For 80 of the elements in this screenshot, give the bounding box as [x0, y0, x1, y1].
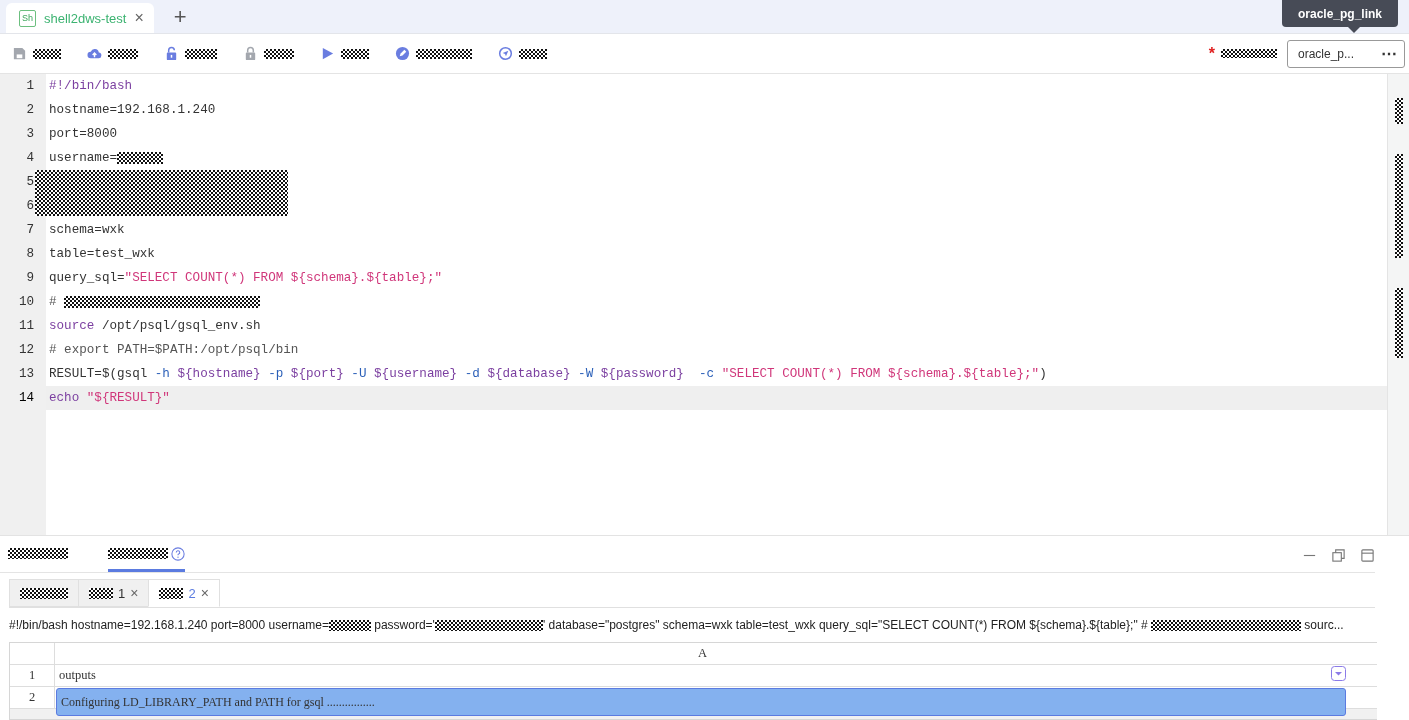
cloud-upload-icon	[87, 46, 102, 61]
file-tab[interactable]: Sh shell2dws-test ×	[6, 3, 154, 33]
unlocked-padlock-icon	[164, 46, 179, 61]
script-text: sourc...	[1303, 618, 1344, 632]
redacted-block	[117, 152, 164, 164]
redacted-block	[341, 48, 369, 59]
redacted-block	[108, 548, 168, 559]
redacted-block	[185, 48, 217, 59]
row-number: 1	[10, 665, 55, 686]
more-button[interactable]: ⋯	[1381, 44, 1398, 63]
new-tab-button[interactable]: +	[173, 3, 187, 30]
close-icon[interactable]: ×	[130, 585, 139, 601]
code-text: #!/bin/bash	[49, 79, 133, 93]
code-text: #	[49, 295, 58, 309]
line-number: 8	[25, 246, 35, 263]
redacted-block	[328, 619, 371, 631]
close-icon[interactable]: ×	[200, 585, 209, 601]
redacted-block	[108, 48, 138, 59]
line-number: 12	[17, 342, 35, 359]
line-number: 3	[25, 126, 35, 143]
redacted-block	[33, 48, 61, 59]
column-header: A	[697, 645, 708, 662]
script-text: ' database="postgres" schema=wxk table=test_wxk query_sql="SELECT COUNT(*) FROM ${schema}.${table};" #	[542, 618, 1149, 632]
line-number: 14	[17, 390, 35, 407]
connection-select[interactable]: oracle_p... ⋯	[1287, 39, 1405, 68]
select-value: oracle_p...	[1298, 46, 1355, 61]
redacted-block	[1394, 288, 1403, 358]
code-text: source /opt/psql/gsql_env.sh	[49, 319, 261, 333]
redacted-block	[8, 548, 68, 559]
result-tab[interactable]: 2 ×	[148, 579, 220, 607]
dropdown-icon[interactable]	[1331, 666, 1346, 681]
redacted-block	[416, 48, 472, 59]
tab-title: shell2dws-test	[44, 10, 127, 26]
redacted-block	[159, 587, 184, 599]
script-text: #!/bin/bash hostname=192.168.1.240 port=8000 username=	[9, 618, 329, 632]
code-text: table=test_wxk	[49, 247, 155, 261]
play-icon	[320, 46, 335, 61]
line-number: 2	[25, 102, 35, 119]
tooltip-arrow	[1348, 27, 1360, 33]
tab-number: 1	[117, 585, 127, 601]
code-text: query_sql="SELECT COUNT(*) FROM ${schema}.${table};"	[49, 271, 442, 285]
redacted-block	[264, 48, 294, 59]
script-text: password='	[373, 618, 435, 632]
shell-file-icon: Sh	[19, 9, 36, 27]
line-number: 9	[25, 270, 35, 287]
pencil-circle-icon	[395, 46, 410, 61]
restore-icon[interactable]	[1331, 547, 1346, 563]
padlock-icon	[243, 46, 258, 61]
line-number: 1	[25, 78, 35, 95]
redacted-block	[519, 48, 547, 59]
code-text: echo "${RESULT}"	[49, 391, 170, 405]
line-number: 13	[17, 366, 35, 383]
code-text: schema=wxk	[49, 223, 125, 237]
compass-icon	[498, 46, 513, 61]
result-tab[interactable]	[9, 579, 78, 607]
code-text: hostname=192.168.1.240	[49, 103, 216, 117]
row-number: 2	[10, 687, 55, 708]
close-icon[interactable]: ×	[134, 9, 144, 27]
result-tab[interactable]: 1 ×	[78, 579, 149, 607]
required-mark: *	[1208, 44, 1215, 63]
line-number: 5	[25, 174, 35, 191]
line-number: 11	[17, 318, 35, 335]
redacted-block	[1221, 49, 1277, 58]
code-text: RESULT=$(gsql -h ${hostname} -p ${port} -U ${username} -d ${database} -W ${password} -c "SELECT COUNT(*) FROM ${schema}.${table};")	[49, 367, 1047, 381]
maximize-icon[interactable]	[1360, 547, 1375, 563]
line-number: 4	[25, 150, 35, 167]
redacted-block	[20, 587, 68, 599]
sheet-cell[interactable]: Configuring LD_LIBRARY_PATH and PATH for gsql ................	[56, 688, 1346, 716]
tab-number: 2	[187, 585, 197, 601]
line-number: 7	[25, 222, 35, 239]
tooltip: oracle_pg_link	[1281, 0, 1398, 27]
redacted-block	[1394, 98, 1403, 124]
help-icon[interactable]	[171, 546, 185, 561]
code-text: # export PATH=$PATH:/opt/psql/bin	[49, 343, 299, 357]
sheet-cell[interactable]: outputs	[55, 665, 1346, 686]
code-text: username=	[49, 151, 118, 165]
line-number: 6	[25, 198, 35, 215]
line-number: 10	[17, 294, 35, 311]
redacted-block	[89, 587, 113, 599]
code-text: port=8000	[49, 127, 118, 141]
